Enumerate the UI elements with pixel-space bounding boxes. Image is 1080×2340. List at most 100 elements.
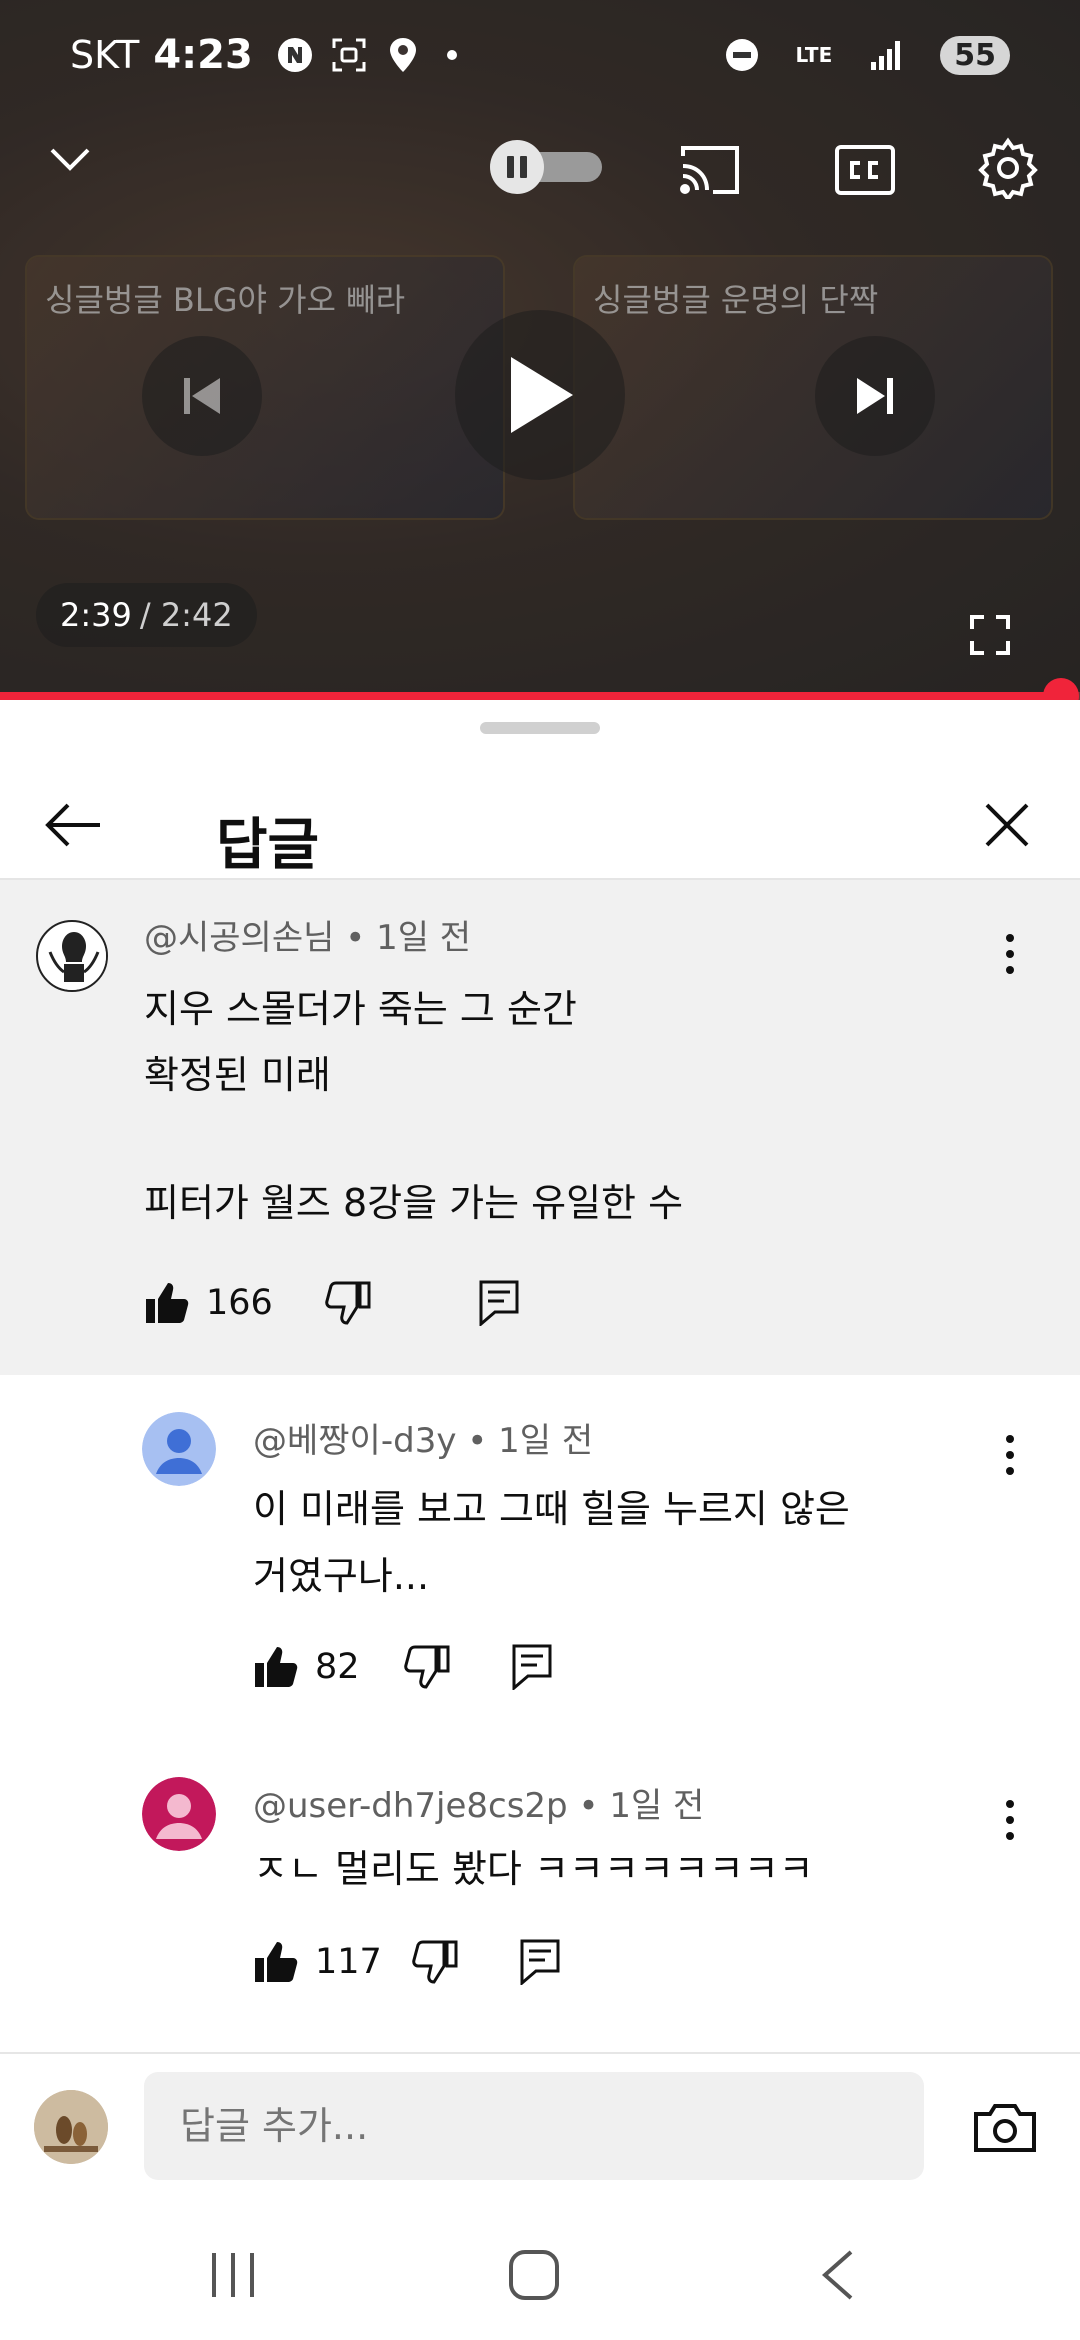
- reply-input-bar: [0, 2052, 1080, 2198]
- like-button[interactable]: 166: [144, 1281, 273, 1325]
- skip-next-icon: [857, 378, 893, 414]
- avatar[interactable]: [142, 1777, 216, 1851]
- reply-comment: @베짱이-d3y • 1일 전 이 미래를 보고 그때 힐을 누르지 않은 거였…: [0, 1375, 1080, 1740]
- pause-icon: [490, 140, 544, 194]
- system-nav-bar: [0, 2200, 1080, 2340]
- like-count: 117: [315, 1942, 382, 1982]
- reply-button[interactable]: [520, 1939, 560, 1985]
- thumbs-down-icon: [403, 1645, 450, 1689]
- previous-button[interactable]: [142, 336, 262, 456]
- comment-menu-button[interactable]: [990, 1790, 1030, 1850]
- like-button[interactable]: 82: [253, 1645, 360, 1689]
- fullscreen-button[interactable]: [960, 605, 1020, 665]
- reply-input[interactable]: [144, 2072, 924, 2180]
- end-screen-card-right[interactable]: 싱글벙글 운명의 단짝: [573, 255, 1053, 520]
- play-icon: [511, 357, 573, 433]
- thumbs-up-icon: [146, 1283, 189, 1323]
- comment-author[interactable]: @베짱이-d3y: [253, 1421, 456, 1461]
- clock: 4:23: [153, 32, 253, 78]
- location-icon: [383, 35, 423, 75]
- close-icon: [985, 803, 1029, 847]
- skip-previous-icon: [184, 378, 220, 414]
- next-button[interactable]: [815, 336, 935, 456]
- comment-text-line: 확정된 미래: [144, 1053, 331, 1097]
- camera-button[interactable]: [970, 2092, 1040, 2162]
- reply-button[interactable]: [512, 1644, 552, 1690]
- thumbs-down-icon: [325, 1281, 371, 1325]
- avatar[interactable]: [36, 920, 108, 992]
- comment-actions: 82: [253, 1637, 552, 1697]
- comment-text-line: 이 미래를 보고 그때 힐을 누르지 않은: [253, 1487, 850, 1531]
- comment-meta: @시공의손님 • 1일 전: [144, 910, 471, 959]
- dislike-button[interactable]: [403, 1645, 450, 1689]
- camera-icon: [974, 2104, 1036, 2152]
- dislike-button[interactable]: [412, 1940, 458, 1984]
- arrow-left-icon: [45, 803, 100, 847]
- comment-age: • 1일 전: [467, 1421, 594, 1461]
- battery-indicator: 55: [940, 35, 1010, 75]
- notification-dot: [446, 50, 457, 60]
- comment-menu-button[interactable]: [990, 1425, 1030, 1485]
- back-button[interactable]: [38, 790, 108, 860]
- comment-text-line: 피터가 월즈 8강을 가는 유일한 수: [144, 1181, 684, 1225]
- comment-age: • 1일 전: [578, 1786, 705, 1826]
- user-avatar: [34, 2090, 108, 2164]
- duration: / 2:42: [139, 596, 233, 634]
- minimize-button[interactable]: [40, 130, 100, 190]
- like-count: 166: [206, 1283, 273, 1323]
- autoplay-toggle[interactable]: [490, 140, 602, 194]
- gear-icon: [978, 137, 1038, 199]
- replies-sheet: 답글 @시공의손님 • 1일 전 지우 스몰더가 죽는 그 순간 확정된 미래 …: [0, 700, 1080, 2060]
- status-bar: SKT 4:23 LTE 55: [0, 0, 1080, 110]
- play-button[interactable]: [455, 310, 625, 480]
- home-icon: [509, 2250, 559, 2300]
- screenshot-icon: [329, 35, 369, 75]
- reply-button[interactable]: [479, 1280, 519, 1326]
- home-button[interactable]: [494, 2240, 574, 2310]
- comment-author[interactable]: @user-dh7je8cs2p: [253, 1786, 568, 1826]
- naver-icon: [275, 35, 315, 75]
- chevron-left-icon: [821, 2250, 853, 2300]
- fullscreen-icon: [970, 615, 1010, 655]
- end-screen-card-left[interactable]: 싱글벙글 BLG야 가오 빼라: [25, 255, 505, 520]
- comment-meta: @user-dh7je8cs2p • 1일 전: [253, 1778, 704, 1827]
- close-button[interactable]: [972, 790, 1042, 860]
- progress-fill: [0, 692, 1061, 700]
- recent-apps-button[interactable]: [193, 2240, 273, 2310]
- back-nav-button[interactable]: [797, 2240, 877, 2310]
- card-title: 싱글벙글 운명의 단짝: [593, 281, 879, 319]
- captions-button[interactable]: [825, 135, 905, 205]
- thumbs-down-icon: [412, 1940, 458, 1984]
- comment-text-line: ㅈㄴ 멀리도 봤다 ㅋㅋㅋㅋㅋㅋㅋㅋ: [253, 1847, 814, 1891]
- dnd-icon: [722, 35, 762, 75]
- settings-button[interactable]: [970, 130, 1046, 206]
- thumbs-up-icon: [255, 1942, 298, 1982]
- current-time: 2:39: [60, 596, 132, 634]
- like-button[interactable]: 117: [253, 1940, 382, 1984]
- avatar[interactable]: [142, 1412, 216, 1486]
- cast-icon: [680, 146, 739, 194]
- card-title: 싱글벙글 BLG야 가오 빼라: [45, 281, 406, 319]
- time-display: 2:39 / 2:42: [36, 583, 257, 647]
- like-count: 82: [315, 1647, 360, 1687]
- comment-age: • 1일 전: [345, 918, 472, 958]
- dislike-button[interactable]: [325, 1281, 371, 1325]
- carrier-label: SKT: [70, 33, 140, 77]
- comment-text-line: 거였구나...: [253, 1554, 430, 1598]
- video-player[interactable]: SKT 4:23 LTE 55 싱글벙글 BLG야 가오 빼라 싱글벙글 운명의…: [0, 0, 1080, 700]
- parent-comment: @시공의손님 • 1일 전 지우 스몰더가 죽는 그 순간 확정된 미래 피터가…: [0, 880, 1080, 1375]
- progress-bar[interactable]: [0, 678, 1080, 700]
- comment-actions: 117: [253, 1932, 560, 1992]
- signal-icon: [866, 35, 906, 75]
- comment-author[interactable]: @시공의손님: [144, 918, 334, 958]
- lte-icon: LTE: [796, 35, 833, 75]
- thumbs-up-icon: [255, 1647, 298, 1687]
- cc-icon: [835, 145, 895, 195]
- sheet-title: 답글: [216, 813, 320, 878]
- comment-meta: @베짱이-d3y • 1일 전: [253, 1413, 593, 1462]
- comment-icon: [512, 1644, 552, 1690]
- drag-handle[interactable]: [480, 722, 600, 734]
- recent-apps-icon: [212, 2253, 254, 2297]
- comment-menu-button[interactable]: [990, 924, 1030, 984]
- cast-button[interactable]: [670, 135, 750, 205]
